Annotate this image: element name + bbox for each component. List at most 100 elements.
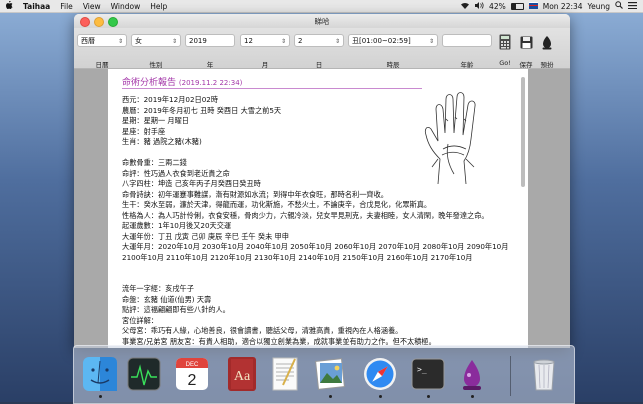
svg-text:>_: >_ xyxy=(417,365,427,374)
year-label: 年 xyxy=(206,61,214,69)
battery-icon[interactable] xyxy=(510,2,524,10)
user-name[interactable]: Yeung xyxy=(588,2,610,11)
report-line: 點評：這福翩翩即有些八針的人。 xyxy=(122,305,230,314)
gender-label: 性別 xyxy=(149,61,163,69)
safari-icon[interactable] xyxy=(362,355,398,393)
control-center-icon[interactable] xyxy=(628,1,637,11)
running-indicator xyxy=(379,395,382,398)
year-value: 2019 xyxy=(189,37,207,45)
svg-text:Aa: Aa xyxy=(234,369,251,384)
activity-monitor-icon[interactable] xyxy=(126,355,162,393)
hour-select[interactable]: 丑[01:00~02:59] ⇕ xyxy=(348,34,438,47)
report-line: 命盤：玄豬 仙道(仙男) 天壽 xyxy=(122,294,212,304)
crystal-ball-icon xyxy=(542,35,552,49)
calendar-label: 日曆 xyxy=(95,61,109,69)
finder-icon[interactable] xyxy=(82,355,118,393)
report-line: 星座：射手座 xyxy=(122,126,166,136)
chevron-updown-icon: ⇕ xyxy=(334,38,340,45)
calendar-month: DEC xyxy=(186,362,199,368)
running-indicator xyxy=(329,395,332,398)
clock[interactable]: Mon 22:34 xyxy=(543,2,583,11)
status-area: 42% Mon 22:34 Yeung xyxy=(460,1,643,11)
day-label: 日 xyxy=(315,61,323,69)
month-value: 12 xyxy=(244,37,253,45)
gender-select[interactable]: 女 ⇕ xyxy=(131,34,181,47)
report-line: 宮位詳解： xyxy=(122,315,158,325)
predict-label: 預扮 xyxy=(540,61,554,69)
close-button[interactable] xyxy=(80,17,90,27)
report-line: 父母宮：乖巧有人緣，心地善良，很會讀書，聽話父母，清雅高貴，重視內在人格涵養。 xyxy=(122,326,403,335)
gender-value: 女 xyxy=(135,37,142,45)
report-line: 星期：星期一 月曜日 xyxy=(122,116,189,125)
report-line: 命數骨重：三兩二錢 xyxy=(122,158,187,167)
report-line: 流年一字經：亥戌午子 xyxy=(122,284,194,293)
hour-value: 丑[01:00~02:59] xyxy=(352,37,411,45)
report-line: 大運年份：丁丑 戊寅 己卯 庚辰 辛巳 壬午 癸未 甲申 xyxy=(122,231,289,241)
go-label: Go! xyxy=(499,59,511,67)
chevron-updown-icon: ⇕ xyxy=(117,38,123,45)
document-area[interactable]: 命術分析報告 (2019.11.2 22:34) 西元：2019年12月02日0… xyxy=(74,69,570,348)
menu-view[interactable]: View xyxy=(78,2,106,11)
age-field[interactable] xyxy=(442,34,492,47)
day-value: 2 xyxy=(298,37,303,45)
traffic-lights xyxy=(80,17,118,27)
chevron-updown-icon: ⇕ xyxy=(428,38,434,45)
apple-icon[interactable] xyxy=(0,0,18,12)
dictionary-icon[interactable]: Aa xyxy=(224,355,260,393)
battery-percent[interactable]: 42% xyxy=(489,2,506,11)
running-indicator xyxy=(427,395,430,398)
app-window: 睇哈 西曆 ⇕ 日曆 女 ⇕ 性別 2019 年 12 ⇕ 月 2 ⇕ 日 丑[… xyxy=(74,14,570,348)
report-line: 農曆：2019年冬月初七 丑時 癸酉日 大雪之前5天 xyxy=(122,105,282,115)
search-icon[interactable] xyxy=(615,1,623,11)
dock-separator xyxy=(510,356,511,396)
report-line: 生肖：豬 過院之豬(木豬) xyxy=(122,137,202,146)
calendar-select[interactable]: 西曆 ⇕ xyxy=(77,34,127,47)
predict-button[interactable] xyxy=(538,32,556,52)
menu-file[interactable]: File xyxy=(55,2,78,11)
running-indicator xyxy=(471,395,474,398)
volume-icon[interactable] xyxy=(475,1,484,11)
taihaa-app-icon[interactable] xyxy=(454,355,490,393)
hour-label: 時辰 xyxy=(386,61,400,69)
chevron-updown-icon: ⇕ xyxy=(280,38,286,45)
zoom-button[interactable] xyxy=(108,17,118,27)
calendar-value: 西曆 xyxy=(81,37,95,45)
flag-icon[interactable] xyxy=(528,1,538,11)
report-line: 起運歲數：1年10月後又20天交運 xyxy=(122,221,232,230)
year-field[interactable]: 2019 xyxy=(185,34,235,47)
report-timestamp: (2019.11.2 22:34) xyxy=(178,79,243,87)
textedit-icon[interactable] xyxy=(267,355,303,393)
report-line: 性格為人：為人巧計伶俐，衣食安穩，骨肉少力，六親冷淡，兒女早見刑克，夫妻相睦，女… xyxy=(122,210,489,220)
window-title: 睇哈 xyxy=(314,16,330,26)
report-title: 命術分析報告 xyxy=(122,78,177,88)
dock: DEC 2 Aa >_ xyxy=(73,345,575,404)
vertical-scrollbar[interactable] xyxy=(521,77,525,187)
title-divider xyxy=(122,88,422,89)
toolbar: 西曆 ⇕ 日曆 女 ⇕ 性別 2019 年 12 ⇕ 月 2 ⇕ 日 丑[01:… xyxy=(74,28,570,69)
report-line: 2100年10月 2110年10月 2120年10月 2130年10月 2140… xyxy=(122,252,473,262)
calendar-icon[interactable]: DEC 2 xyxy=(174,355,210,393)
go-button[interactable] xyxy=(496,32,514,52)
menu-app-name[interactable]: Taihaa xyxy=(18,2,55,11)
minimize-button[interactable] xyxy=(94,17,104,27)
terminal-icon[interactable]: >_ xyxy=(410,355,446,393)
report-line xyxy=(122,148,508,159)
preview-icon[interactable] xyxy=(312,355,348,393)
floppy-disk-icon xyxy=(520,36,532,48)
menu-help[interactable]: Help xyxy=(145,2,172,11)
age-label: 年齡 xyxy=(460,61,474,69)
report-line: 西元：2019年12月02日02時 xyxy=(122,95,219,104)
calculator-icon xyxy=(499,34,511,50)
save-button[interactable] xyxy=(517,32,535,52)
trash-icon[interactable] xyxy=(526,355,562,393)
report-line: 大運年月：2020年10月 2030年10月 2040年10月 2050年10月… xyxy=(122,242,509,251)
day-select[interactable]: 2 ⇕ xyxy=(294,34,344,47)
wifi-icon[interactable] xyxy=(460,2,470,11)
report-line: 命骨詩訣：初年運蹇事難謀，漸有財源如水流；到得中年衣食旺，那時名利一齊收。 xyxy=(122,189,388,199)
chevron-updown-icon: ⇕ xyxy=(171,38,177,45)
month-select[interactable]: 12 ⇕ xyxy=(240,34,290,47)
report-line: 八字四柱：坤造 己亥年丙子月癸酉日癸丑時 xyxy=(122,179,261,188)
window-titlebar[interactable]: 睇哈 xyxy=(74,14,570,28)
save-label: 保存 xyxy=(519,61,533,69)
menu-window[interactable]: Window xyxy=(106,2,146,11)
